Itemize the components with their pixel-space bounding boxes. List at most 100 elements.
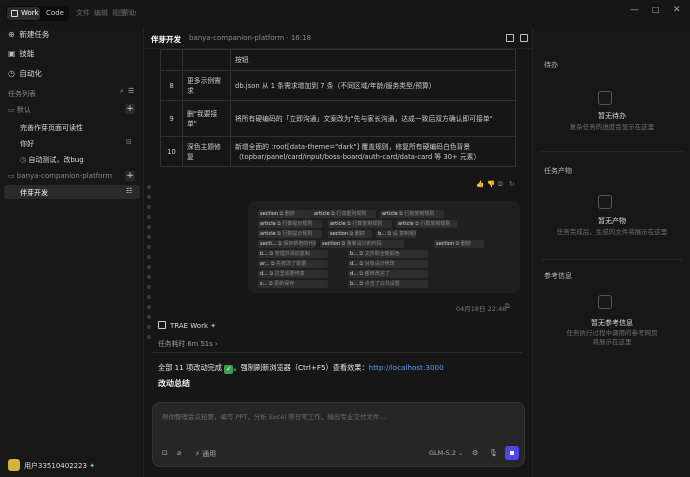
model-selector[interactable]: GLM-5.2 ⌄ bbox=[429, 449, 463, 457]
task-item[interactable]: ◷ 自动测试，改bug bbox=[20, 155, 84, 165]
microphone-icon[interactable]: 🎙 bbox=[489, 449, 498, 457]
tool-call-desc: ⧉ 删掉 bbox=[454, 241, 471, 247]
copy-icon[interactable]: ⧉ bbox=[498, 180, 503, 189]
menu-edit[interactable]: 编辑 bbox=[94, 8, 108, 18]
gutter-dot bbox=[147, 215, 151, 219]
gutter-dot bbox=[147, 315, 151, 319]
new-task-button[interactable]: ⊕ 新建任务 bbox=[8, 28, 49, 42]
tool-call-chip[interactable]: ar... ⧉ 先修改了数据 bbox=[258, 260, 328, 268]
tool-call-chip[interactable]: article ⧉ 行数复制规则 bbox=[328, 220, 392, 228]
tool-call-chip[interactable]: b... ⧉ 管理并添加复制 bbox=[258, 250, 328, 258]
retry-icon[interactable]: ↻ bbox=[509, 180, 514, 188]
skills-button[interactable]: ▣ 技能 bbox=[8, 47, 34, 61]
mode-icon: ⚡ bbox=[195, 450, 200, 458]
tool-call-chip[interactable]: b... ⧉ 设 复制规则 bbox=[376, 230, 416, 238]
mode-selector[interactable]: ⚡ 通用 bbox=[195, 449, 216, 459]
task-list-icon[interactable]: ☷ bbox=[126, 187, 132, 195]
tool-call-chip[interactable]: d... ⧉ 对象设计修改 bbox=[348, 260, 428, 268]
task-item[interactable]: 完善作芽页面可读性 bbox=[20, 123, 83, 133]
tool-call-desc: ⧉ 点击了公共设置 bbox=[357, 281, 400, 287]
todo-empty-hint: 复杂任务的进度会显示在这里 bbox=[569, 123, 655, 131]
output-empty-hint: 任务完成后，生成的文件将展示在这里 bbox=[556, 228, 668, 236]
active-task-item[interactable]: 伴芽开发 bbox=[20, 188, 48, 198]
tool-call-chip[interactable]: section ⧉ 删掉 bbox=[258, 210, 312, 218]
tool-call-chip[interactable]: article ⧉ 行数复制规则 bbox=[396, 220, 458, 228]
group-project[interactable]: ▭ banya-companion-platform bbox=[8, 172, 112, 180]
tool-calls-card[interactable]: section ⧉ 删掉 article ⧉ 行双重列规则 article ⧉ 行数… bbox=[248, 201, 520, 293]
table-cell bbox=[160, 49, 183, 71]
tool-call-chip[interactable]: section ⧉ 删掉 bbox=[434, 240, 484, 248]
settings-icon[interactable]: ⚙ bbox=[472, 449, 478, 457]
panel-toggle-icon[interactable] bbox=[506, 34, 514, 42]
thumbs-up-icon[interactable]: 👍 bbox=[476, 180, 484, 188]
tool-call-chip[interactable]: article ⧉ 行数提示规则 bbox=[258, 220, 322, 228]
automation-button[interactable]: ◷ 自动化 bbox=[8, 67, 42, 81]
output-title: 任务产物 bbox=[544, 167, 572, 175]
tool-call-chip[interactable]: section ⧉ 删掉 bbox=[328, 230, 372, 238]
tool-call-chip[interactable]: article ⧉ 行双重列规则 bbox=[312, 210, 376, 218]
gutter-dot bbox=[147, 185, 151, 189]
tool-call-chip[interactable]: d... ⧉ 这里需要修复 bbox=[258, 270, 328, 278]
tool-call-tag: b... bbox=[260, 251, 268, 257]
filter-icon[interactable]: ☰ bbox=[128, 87, 134, 95]
badge-icon: ✦ bbox=[89, 462, 96, 470]
tool-call-desc: ⧉ 管理并添加复制 bbox=[267, 251, 310, 257]
tool-call-desc: ⧉ 行双重列规则 bbox=[329, 211, 367, 217]
minimize-icon[interactable]: — bbox=[630, 5, 639, 15]
stop-icon bbox=[510, 451, 514, 455]
add-task-project-button[interactable]: + bbox=[125, 171, 135, 181]
task-item[interactable]: 你好 bbox=[20, 139, 34, 149]
search-icon[interactable]: ⌕ bbox=[120, 87, 124, 96]
tool-call-chip[interactable]: b... ⧉ 文件取全新颜色 bbox=[348, 250, 428, 258]
more-icon[interactable]: ⊟ bbox=[126, 138, 132, 146]
tool-call-tag: section bbox=[260, 211, 279, 217]
gutter-dot bbox=[147, 275, 151, 279]
composer-input[interactable]: 帮你整理会议纪要，编写 PPT，分析 Excel 等日常工作，输出专业交付文件.… bbox=[162, 411, 385, 421]
tool-call-chip[interactable]: article ⧉ 行数复制规则 bbox=[380, 210, 444, 218]
table-cell: 深色主题修复 bbox=[182, 136, 231, 167]
attach-file-icon[interactable]: ⊡ bbox=[162, 449, 168, 457]
menu-help[interactable]: 帮助 bbox=[122, 8, 136, 18]
tool-call-chip[interactable]: secti... ⧉ 保存新增的代码 bbox=[258, 240, 316, 248]
table-cell: 8 bbox=[160, 70, 183, 101]
summary-heading: 改动总结 bbox=[158, 379, 190, 388]
task-duration[interactable]: 任务耗时 6m 51s › bbox=[158, 338, 218, 348]
tool-call-desc: ⧉ 删掉 bbox=[348, 231, 365, 237]
gutter-dot bbox=[147, 225, 151, 229]
tool-call-chip[interactable]: b... ⧉ 点击了公共设置 bbox=[348, 280, 428, 288]
tool-call-chip[interactable]: s... ⧉ 更新保存 bbox=[258, 280, 328, 288]
group-default[interactable]: ▭ 默认 bbox=[8, 105, 31, 115]
table-row: 9 删"我要接单" 将所有硬编码的「立即沟通」文案改为"先与家长沟通，达成一致后双方… bbox=[160, 100, 516, 137]
user-name-label: 用户33510402223 bbox=[24, 462, 87, 470]
composer[interactable]: 帮你整理会议纪要，编写 PPT，分析 Excel 等日常工作，输出专业交付文件.… bbox=[152, 402, 525, 467]
add-task-default-button[interactable]: + bbox=[125, 104, 135, 114]
trae-logo-icon bbox=[158, 321, 166, 329]
menu-file[interactable]: 文件 bbox=[76, 8, 90, 18]
user-name[interactable]: 用户33510402223 ✦ bbox=[24, 461, 95, 471]
paperclip-icon[interactable]: ⌀ bbox=[177, 449, 181, 457]
tool-call-chip[interactable]: article ⧉ 行数提示规则 bbox=[258, 230, 322, 238]
close-icon[interactable]: ✕ bbox=[673, 5, 681, 15]
sidebar-toggle-icon[interactable] bbox=[520, 34, 528, 42]
table-row: 8 更多示例需求 db.json 从 1 条需求增加到 7 条（不同区域/年龄/服务… bbox=[160, 70, 516, 101]
tool-call-chip[interactable]: section ⧉ 量新设计的代码 bbox=[320, 240, 404, 248]
tool-call-chip[interactable]: d... ⧉ 都修改完了 bbox=[348, 270, 428, 278]
top-bar: Work Code 文件 编辑 视图 帮助 — □ ✕ bbox=[0, 0, 690, 27]
tab-work[interactable]: Work bbox=[7, 7, 40, 20]
copy-message-icon[interactable]: ⧉ bbox=[505, 302, 510, 311]
tab-code[interactable]: Code bbox=[43, 7, 67, 20]
tool-call-desc: ⧉ 都修改完了 bbox=[357, 271, 390, 277]
stop-button[interactable] bbox=[505, 446, 519, 460]
gutter-dot bbox=[147, 255, 151, 259]
completion-text: 。强制刷新浏览器（Ctrl+F5）查看效果： bbox=[233, 363, 369, 372]
thumbs-down-icon[interactable]: 👎 bbox=[487, 180, 495, 188]
tool-call-tag: article bbox=[314, 211, 330, 217]
localhost-link[interactable]: http://localhost:3000 bbox=[369, 363, 444, 372]
agent-name: TRAE Work bbox=[170, 322, 209, 330]
skills-icon: ▣ bbox=[8, 49, 16, 58]
tool-call-desc: ⧉ 行数复制规则 bbox=[413, 221, 451, 227]
maximize-icon[interactable]: □ bbox=[652, 5, 660, 14]
gutter-dot bbox=[147, 295, 151, 299]
gutter-dot bbox=[147, 335, 151, 339]
avatar[interactable] bbox=[8, 459, 20, 471]
